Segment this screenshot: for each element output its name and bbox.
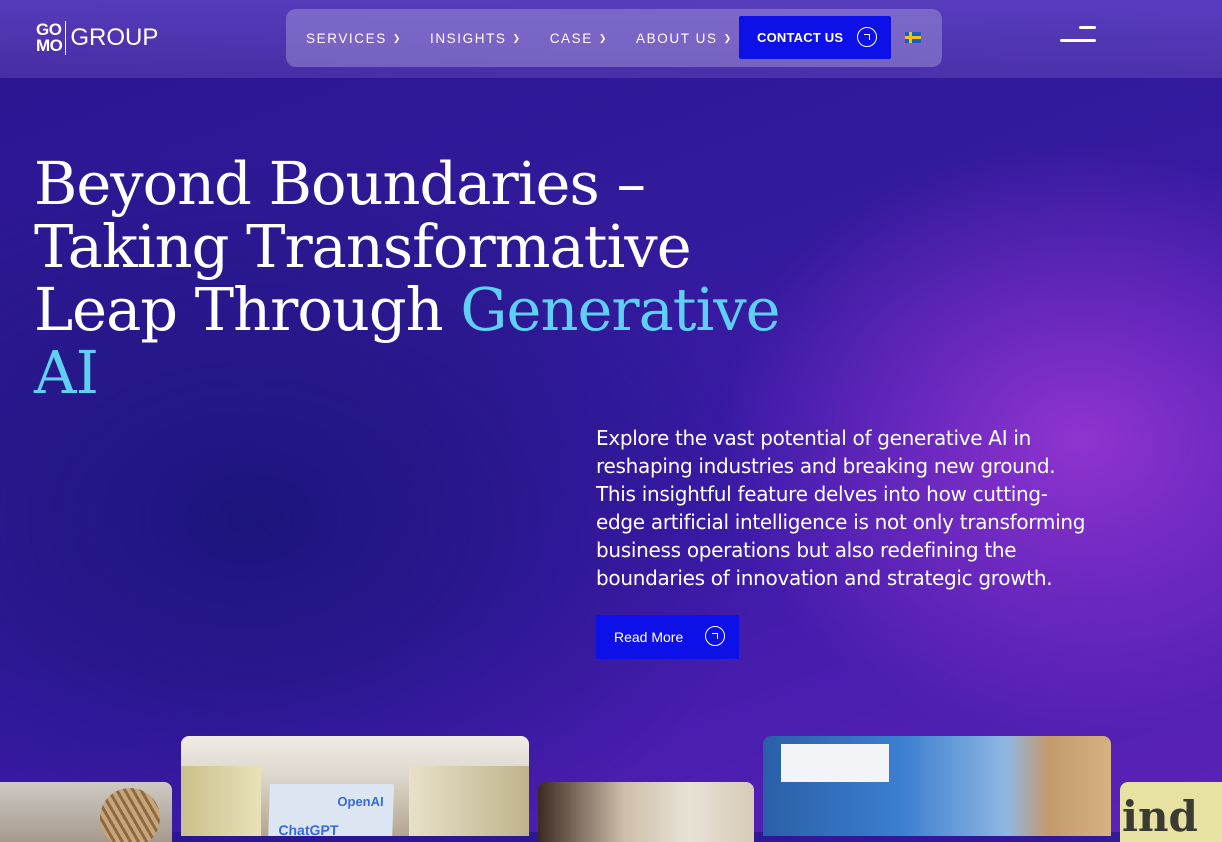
- logo-mark-bottom: MO: [36, 36, 63, 55]
- screen-text: ChatGPT: [278, 822, 339, 836]
- chevron-down-icon: ❯: [512, 32, 522, 43]
- chevron-down-icon: ❯: [598, 32, 609, 43]
- screen-text: OpenAI: [337, 794, 384, 809]
- hero-title-line2: Taking Transformative: [34, 212, 692, 281]
- arrow-circle-icon: [857, 27, 877, 47]
- logo-divider: [65, 21, 67, 55]
- nav-item-services[interactable]: SERVICES ❯: [306, 31, 402, 46]
- read-more-button[interactable]: Read More: [596, 615, 739, 659]
- gallery-card-embassy[interactable]: [763, 736, 1111, 836]
- hero-description: Explore the vast potential of generative…: [596, 426, 1086, 590]
- nav-label: SERVICES: [306, 30, 387, 46]
- sweden-flag-icon[interactable]: [905, 32, 921, 43]
- read-more-label: Read More: [614, 629, 684, 645]
- contact-us-button[interactable]: CONTACT US: [739, 16, 891, 59]
- sign-text: ind: [1122, 792, 1198, 841]
- logo-mark: GO MO: [36, 21, 63, 55]
- arrow-circle-icon: [705, 626, 725, 646]
- nav-item-insights[interactable]: INSIGHTS ❯: [430, 31, 522, 46]
- banner-image: [781, 744, 841, 782]
- banner-image: [841, 744, 889, 782]
- curtain-image: [181, 766, 261, 836]
- nav-label: CASE: [549, 30, 593, 46]
- logo-wordmark: GROUP: [70, 24, 159, 51]
- chevron-down-icon: ❯: [723, 32, 733, 43]
- projector-screen: OpenAI ChatGPT: [267, 784, 395, 836]
- hamburger-menu-icon[interactable]: [1058, 26, 1096, 44]
- hero-title-line3: Leap Through: [34, 275, 444, 344]
- contact-us-label: CONTACT US: [757, 30, 844, 45]
- hero-title-line1: Beyond Boundaries –: [34, 149, 646, 218]
- curtain-image: [409, 766, 529, 836]
- gomo-group-logo[interactable]: GO MO GROUP: [36, 21, 158, 55]
- chevron-down-icon: ❯: [392, 32, 402, 43]
- gallery-card-sign[interactable]: ind: [1120, 782, 1222, 842]
- gallery-card-conference[interactable]: OpenAI ChatGPT: [181, 736, 529, 836]
- nav-label: ABOUT US: [636, 30, 718, 46]
- image-gallery: OpenAI ChatGPT ind: [0, 730, 1222, 842]
- nav-item-case[interactable]: CASE ❯: [550, 31, 608, 46]
- nav-item-about-us[interactable]: ABOUT US ❯: [636, 31, 733, 46]
- gallery-card-office[interactable]: [538, 782, 754, 842]
- gallery-card-chairs[interactable]: [0, 782, 172, 842]
- nav-label: INSIGHTS: [429, 30, 507, 46]
- main-navigation: SERVICES ❯ INSIGHTS ❯ CASE ❯ ABOUT US ❯ …: [286, 9, 942, 67]
- hero-title: Beyond Boundaries – Taking Transformative…: [34, 152, 794, 404]
